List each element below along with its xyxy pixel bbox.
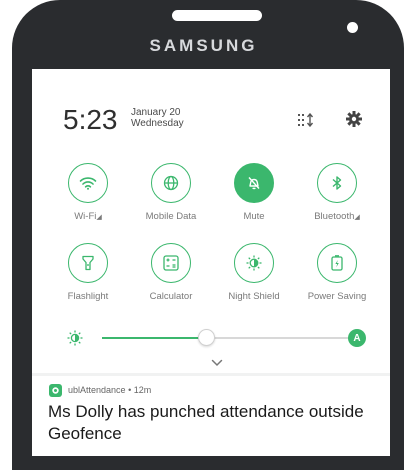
wifi-toggle[interactable] xyxy=(68,163,108,203)
brightness-slider-fill xyxy=(102,337,206,339)
mute-toggle[interactable] xyxy=(234,163,274,203)
tile-label: Night Shield xyxy=(228,291,280,302)
calculator-icon xyxy=(163,255,179,271)
separator-dot: • xyxy=(128,385,132,395)
notification-header: ublAttendance • 12m xyxy=(68,385,151,395)
gear-icon[interactable] xyxy=(346,111,362,127)
brand-logo: SAMSUNG xyxy=(149,36,258,55)
chevron-down-icon[interactable] xyxy=(211,354,223,372)
front-camera xyxy=(347,22,358,33)
date-text: January 20 xyxy=(131,107,181,118)
brightness-slider[interactable] xyxy=(102,329,362,346)
tile-night-shield[interactable]: Night Shield xyxy=(209,243,299,302)
notification-age: 12m xyxy=(133,385,152,395)
app-name: ublAttendance xyxy=(68,385,126,395)
clock-time: 5:23 xyxy=(63,104,118,135)
brightness-sun-icon xyxy=(67,330,83,351)
flashlight-icon xyxy=(82,255,94,271)
tile-label: Power Saving xyxy=(307,291,367,302)
auto-brightness-button[interactable]: A xyxy=(348,329,366,347)
mobile-data-toggle[interactable] xyxy=(151,163,191,203)
power-saving-toggle[interactable] xyxy=(317,243,357,283)
screen: 5:23 January 20 Wednesday Wi-Fi◢ Mobile … xyxy=(32,69,390,456)
clock-date: January 20 Wednesday xyxy=(131,107,184,129)
app-icon xyxy=(49,384,62,397)
tile-bluetooth[interactable]: Bluetooth◢ xyxy=(292,163,382,222)
tile-label: Mute xyxy=(243,211,265,222)
night-shield-icon xyxy=(246,255,262,271)
tile-mobile-data[interactable]: Mobile Data xyxy=(126,163,216,222)
tile-wifi[interactable]: Wi-Fi◢ xyxy=(43,163,133,222)
tile-label: Flashlight xyxy=(67,291,109,302)
brightness-slider-thumb[interactable] xyxy=(198,329,215,346)
flashlight-toggle[interactable] xyxy=(68,243,108,283)
tile-label: Mobile Data xyxy=(145,211,197,222)
bell-off-icon xyxy=(248,177,260,190)
tile-label: Bluetooth◢ xyxy=(314,211,360,222)
quick-settings-panel: 5:23 January 20 Wednesday Wi-Fi◢ Mobile … xyxy=(32,69,390,373)
notification-card[interactable]: ublAttendance • 12m Ms Dolly has punched… xyxy=(32,376,390,456)
globe-icon xyxy=(163,175,179,191)
weekday-text: Wednesday xyxy=(131,118,184,129)
calculator-toggle[interactable] xyxy=(151,243,191,283)
bluetooth-icon xyxy=(332,176,342,190)
bluetooth-toggle[interactable] xyxy=(317,163,357,203)
tile-power-saving[interactable]: Power Saving xyxy=(292,243,382,302)
tile-flashlight[interactable]: Flashlight xyxy=(43,243,133,302)
tile-mute[interactable]: Mute xyxy=(209,163,299,222)
wifi-icon xyxy=(79,177,97,190)
tile-label: Calculator xyxy=(149,291,193,302)
night-shield-toggle[interactable] xyxy=(234,243,274,283)
tile-calculator[interactable]: Calculator xyxy=(126,243,216,302)
notification-message: Ms Dolly has punched attendance outside … xyxy=(48,402,364,443)
earpiece-speaker xyxy=(172,10,262,21)
battery-icon xyxy=(331,255,343,271)
tile-label: Wi-Fi◢ xyxy=(74,211,102,222)
edit-order-icon[interactable] xyxy=(298,113,314,127)
